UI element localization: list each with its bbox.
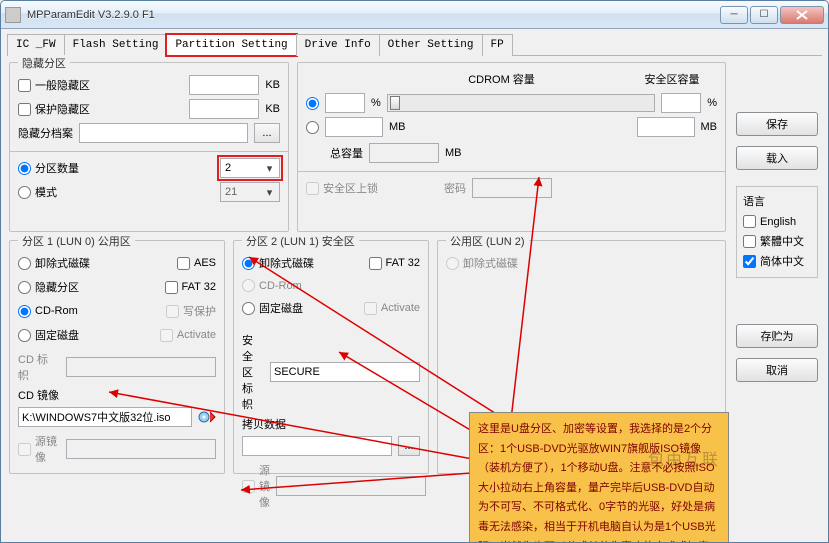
chevron-down-icon: ▾ — [262, 162, 277, 175]
safe-mb-value[interactable] — [637, 117, 695, 137]
lang-simplified[interactable]: 简体中文 — [743, 253, 804, 269]
hidden-archive-value[interactable] — [79, 123, 248, 143]
maximize-button[interactable]: ☐ — [750, 6, 778, 24]
cdrom-mb-value[interactable] — [325, 117, 383, 137]
lun0-source-image-value — [66, 439, 216, 459]
hidden-area-title: 隐藏分区 — [18, 55, 70, 71]
hidden-archive-label: 隐藏分档案 — [18, 125, 73, 141]
lun1-source-image-value — [276, 476, 426, 496]
lock-safe-check[interactable]: 安全区上锁 — [306, 180, 378, 196]
titlebar: MPParamEdit V3.2.9.0 F1 ─ ☐ — [1, 1, 828, 29]
normal-hidden-value[interactable] — [189, 75, 259, 95]
cdrom-percent-value[interactable] — [325, 93, 365, 113]
chevron-down-icon: ▾ — [262, 186, 277, 199]
language-group: 语言 English 繁體中文 简体中文 — [736, 186, 818, 278]
cancel-button[interactable]: 取消 — [736, 358, 818, 382]
lang-english[interactable]: English — [743, 215, 796, 228]
partition-count-radio[interactable]: 分区数量 — [18, 160, 79, 176]
lun0-title: 分区 1 (LUN 0) 公用区 — [18, 233, 135, 249]
lun0-hidden-radio[interactable]: 隐藏分区 — [18, 279, 79, 295]
lun0-aes-check[interactable]: AES — [177, 257, 216, 270]
lun0-cdimage-label: CD 镜像 — [18, 387, 59, 403]
capacity-group: CDROM 容量 安全区容量 % % MB — [297, 62, 726, 232]
mode-select[interactable]: 21▾ — [220, 182, 280, 202]
lun0-cdrom-radio[interactable]: CD-Rom — [18, 305, 78, 318]
language-label: 语言 — [743, 193, 811, 209]
annotation-box: 这里是U盘分区、加密等设置，我选择的是2个分区：1个USB-DVD光驱放WIN7… — [469, 412, 729, 543]
lun0-group: 分区 1 (LUN 0) 公用区 卸除式磁碟AES 隐藏分区FAT 32 CD-… — [9, 240, 225, 474]
side-panel: 保存 载入 语言 English 繁體中文 简体中文 存贮为 取消 — [734, 62, 820, 474]
mb-label-2: MB — [701, 121, 718, 133]
save-as-button[interactable]: 存贮为 — [736, 324, 818, 348]
lun1-group: 分区 2 (LUN 1) 安全区 卸除式磁碟FAT 32 CD-Rom 固定磁盘… — [233, 240, 429, 474]
capacity-slider[interactable] — [387, 94, 655, 112]
lun1-copydata-browse[interactable]: ... — [398, 436, 420, 456]
mb-radio[interactable] — [306, 121, 319, 134]
lun0-removable-radio[interactable]: 卸除式磁碟 — [18, 255, 90, 271]
minimize-button[interactable]: ─ — [720, 6, 748, 24]
lun0-writeprotect-check[interactable]: 写保护 — [166, 303, 216, 319]
protect-hidden-check[interactable]: 保护隐藏区 — [18, 101, 90, 117]
tab-bar: IC _FW Flash Setting Partition Setting D… — [7, 33, 822, 56]
percent-sign: % — [371, 97, 381, 109]
tab-other-setting[interactable]: Other Setting — [379, 34, 483, 56]
lun1-removable-radio[interactable]: 卸除式磁碟 — [242, 255, 314, 271]
lun0-cdlabel-value — [66, 357, 216, 377]
app-icon — [5, 7, 21, 23]
mb-label-3: MB — [445, 147, 462, 159]
safe-percent-value[interactable] — [661, 93, 701, 113]
password-input — [472, 178, 552, 198]
lun1-safelabel-value[interactable] — [270, 362, 420, 382]
lun0-fat32-check[interactable]: FAT 32 — [165, 281, 216, 294]
lun1-copydata-value[interactable] — [242, 436, 392, 456]
lun1-cdrom-radio[interactable]: CD-Rom — [242, 279, 302, 292]
lun1-safelabel-label: 安全区标帜 — [242, 332, 258, 412]
lun1-title: 分区 2 (LUN 1) 安全区 — [242, 233, 359, 249]
password-label: 密码 — [444, 180, 466, 196]
lun0-source-image-check[interactable]: 源镜像 — [18, 433, 60, 465]
partition-count-select[interactable]: 2▾ — [220, 158, 280, 178]
percent-sign-2: % — [707, 97, 717, 109]
tab-fp[interactable]: FP — [482, 34, 513, 56]
window-title: MPParamEdit V3.2.9.0 F1 — [27, 9, 718, 21]
lun1-source-image-check[interactable]: 源镜像 — [242, 462, 270, 510]
close-button[interactable] — [780, 6, 824, 24]
annotation-text: 这里是U盘分区、加密等设置，我选择的是2个分区：1个USB-DVD光驱放WIN7… — [478, 423, 716, 543]
lun0-cdimage-value[interactable] — [18, 407, 192, 427]
save-button[interactable]: 保存 — [736, 112, 818, 136]
mode-radio[interactable]: 模式 — [18, 184, 57, 200]
safe-capacity-label: 安全区容量 — [627, 71, 717, 87]
tab-drive-info[interactable]: Drive Info — [296, 34, 380, 56]
disc-icon[interactable] — [198, 409, 216, 425]
protect-hidden-value[interactable] — [189, 99, 259, 119]
watermark: 包由互联 — [648, 446, 720, 470]
tab-ic-fw[interactable]: IC _FW — [7, 34, 65, 56]
tab-flash-setting[interactable]: Flash Setting — [64, 34, 168, 56]
total-capacity-value — [369, 143, 439, 163]
percent-radio[interactable] — [306, 97, 319, 110]
normal-hidden-check[interactable]: 一般隐藏区 — [18, 77, 90, 93]
lun2-removable-radio: 卸除式磁碟 — [446, 255, 518, 271]
kb-label: KB — [265, 79, 280, 91]
lang-traditional[interactable]: 繁體中文 — [743, 233, 804, 249]
hidden-archive-browse[interactable]: ... — [254, 123, 280, 143]
cdrom-capacity-label: CDROM 容量 — [376, 71, 627, 87]
lun0-cdlabel-label: CD 标帜 — [18, 351, 54, 383]
total-capacity-label: 总容量 — [330, 145, 363, 161]
hidden-area-group: 隐藏分区 一般隐藏区 KB 保护隐藏区 KB 隐藏分档案 ... — [9, 62, 289, 232]
lun0-activate-check[interactable]: Activate — [160, 329, 216, 342]
lun0-fixed-radio[interactable]: 固定磁盘 — [18, 327, 79, 343]
lun2-title: 公用区 (LUN 2) — [446, 233, 529, 249]
kb-label-2: KB — [265, 103, 280, 115]
lun1-fat32-check[interactable]: FAT 32 — [369, 257, 420, 270]
lun1-activate-check[interactable]: Activate — [364, 302, 420, 315]
mb-label: MB — [389, 121, 406, 133]
slider-thumb[interactable] — [390, 96, 400, 110]
lun1-copydata-label: 拷贝数据 — [242, 416, 286, 432]
load-button[interactable]: 载入 — [736, 146, 818, 170]
tab-partition-setting[interactable]: Partition Setting — [166, 34, 296, 56]
lun1-fixed-radio[interactable]: 固定磁盘 — [242, 300, 303, 316]
